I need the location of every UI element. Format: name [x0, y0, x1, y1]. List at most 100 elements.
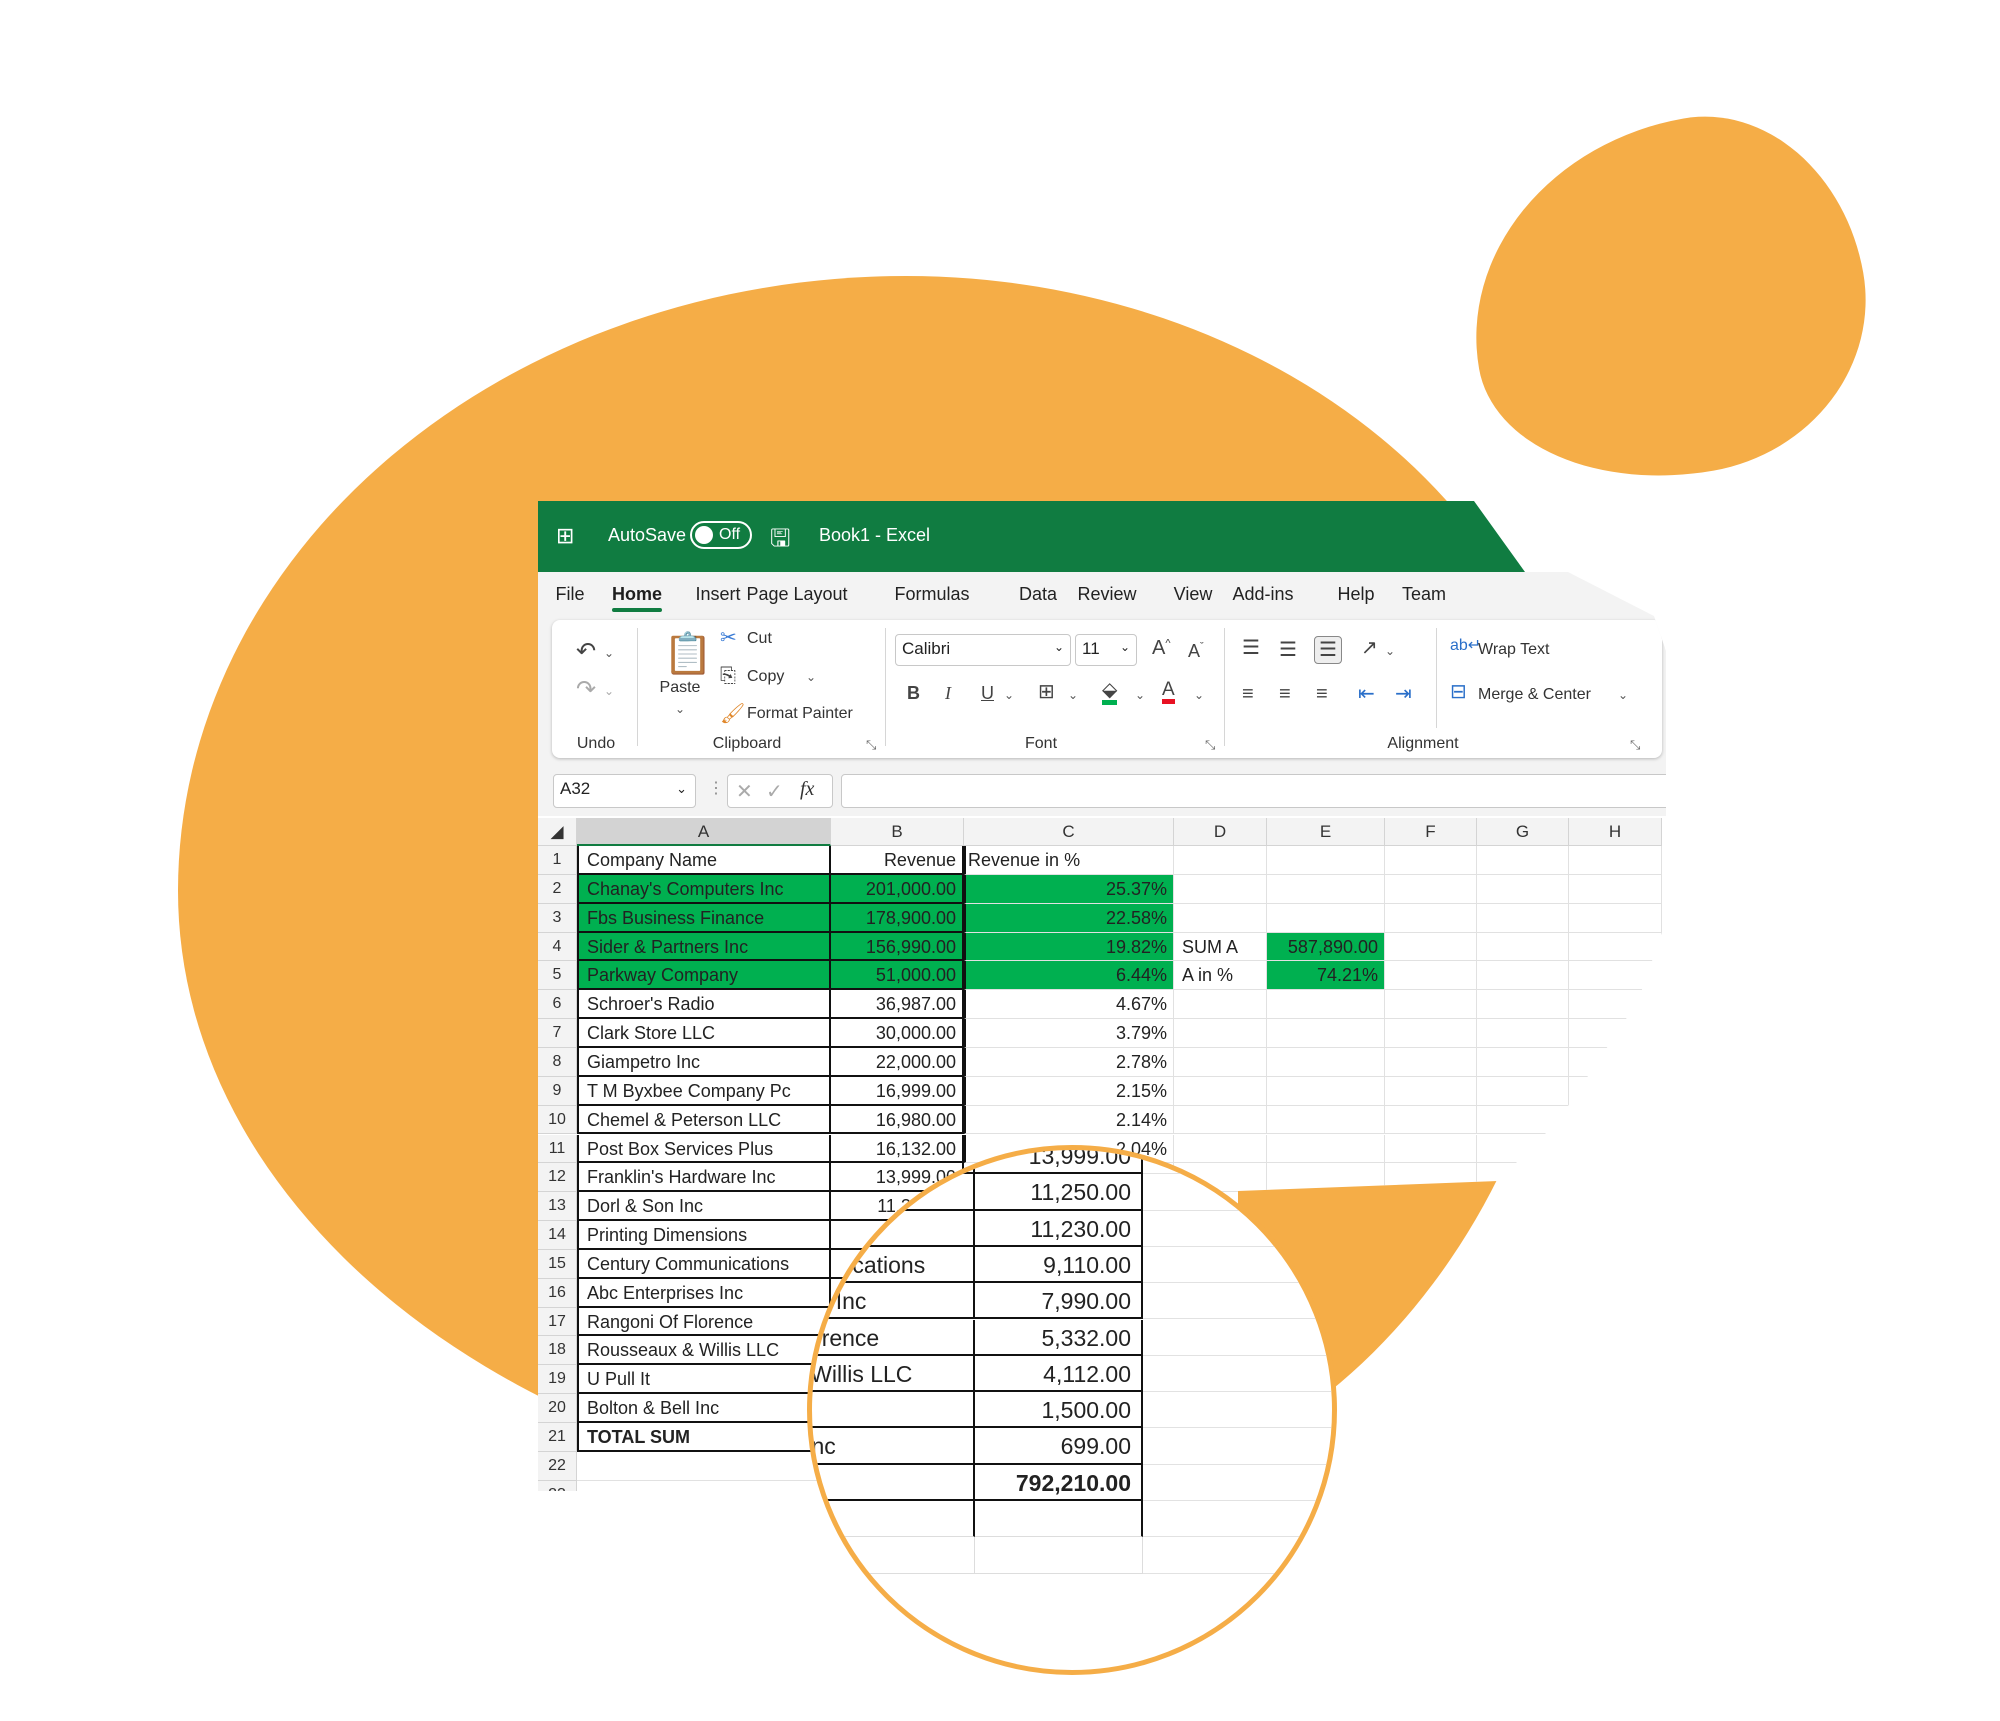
cell-b3[interactable]: 178,900.00 — [831, 903, 964, 933]
cell-g10[interactable] — [1477, 1105, 1569, 1135]
row-header[interactable]: 17 — [538, 1307, 577, 1337]
row-header[interactable]: 21 — [538, 1423, 577, 1452]
cell-e4[interactable]: 587,890.00 — [1267, 932, 1385, 962]
cell-h5[interactable] — [1569, 961, 1662, 991]
align-middle-icon[interactable]: ☰ — [1279, 640, 1297, 660]
underline-button[interactable]: U — [981, 684, 994, 702]
align-left-icon[interactable]: ≡ — [1242, 684, 1254, 704]
align-right-icon[interactable]: ≡ — [1316, 684, 1328, 704]
row-header[interactable]: 19 — [538, 1365, 577, 1395]
cell-g3[interactable] — [1477, 903, 1569, 933]
cell-a5[interactable]: Parkway Company — [577, 961, 831, 991]
tab-help[interactable]: Help — [1337, 584, 1374, 605]
redo-icon[interactable]: ↷ — [576, 678, 596, 702]
column-header-g[interactable]: G — [1477, 818, 1569, 846]
cell-b7[interactable]: 30,000.00 — [831, 1019, 964, 1048]
row-header[interactable]: 15 — [538, 1249, 577, 1279]
cell-g2[interactable] — [1477, 874, 1569, 904]
cell-g15[interactable] — [1477, 1249, 1569, 1279]
select-all-corner[interactable]: ◢ — [538, 818, 577, 846]
chevron-down-icon[interactable]: ⌄ — [1194, 688, 1204, 702]
save-icon[interactable]: 🖫 — [770, 521, 790, 562]
row-header[interactable]: 2 — [538, 874, 577, 904]
cell-a15[interactable]: Century Communications — [577, 1249, 831, 1279]
cell-g1[interactable] — [1477, 846, 1569, 875]
cell-d6[interactable] — [1174, 990, 1267, 1020]
orientation-icon[interactable]: ↗ — [1361, 638, 1378, 658]
cell-g16[interactable] — [1477, 1278, 1569, 1308]
decrease-font-size-icon[interactable]: Aˇ — [1188, 642, 1204, 661]
row-header[interactable]: 12 — [538, 1163, 577, 1193]
more-icon[interactable]: ⋮ — [708, 778, 724, 798]
cell-d9[interactable] — [1174, 1076, 1267, 1106]
row-header[interactable]: 5 — [538, 961, 577, 991]
cell-a2[interactable]: Chanay's Computers Inc — [577, 874, 831, 904]
scissors-icon[interactable]: ✂ — [720, 628, 737, 648]
dialog-launcher-icon[interactable]: ⤡ — [1630, 737, 1640, 753]
column-header-f[interactable]: F — [1385, 818, 1477, 846]
row-header[interactable]: 8 — [538, 1047, 577, 1077]
cell-c10[interactable]: 2.14% — [964, 1105, 1174, 1135]
copy-button[interactable]: Copy — [747, 668, 784, 686]
row-header[interactable]: 14 — [538, 1221, 577, 1250]
column-header-b[interactable]: B — [831, 818, 964, 846]
cell-g7[interactable] — [1477, 1019, 1569, 1048]
column-header-e[interactable]: E — [1267, 818, 1385, 846]
cell-g8[interactable] — [1477, 1047, 1569, 1077]
cell-h4[interactable] — [1569, 932, 1662, 962]
cell-c7[interactable]: 3.79% — [964, 1019, 1174, 1048]
cell-c9[interactable]: 2.15% — [964, 1076, 1174, 1106]
cell-g4[interactable] — [1477, 932, 1569, 962]
column-header-a[interactable]: A — [577, 818, 831, 846]
cell-h2[interactable] — [1569, 874, 1662, 904]
row-header[interactable]: 18 — [538, 1336, 577, 1366]
row-header[interactable]: 23 — [538, 1480, 577, 1491]
cell-g23[interactable] — [1477, 1480, 1569, 1491]
cell-a6[interactable]: Schroer's Radio — [577, 990, 831, 1020]
align-top-icon[interactable]: ☰ — [1242, 638, 1260, 658]
format-painter-icon[interactable]: 🖌 — [720, 704, 745, 724]
tab-insert[interactable]: Insert — [695, 584, 740, 605]
cell-e6[interactable] — [1267, 990, 1385, 1020]
chevron-down-icon[interactable]: ⌄ — [1004, 688, 1014, 702]
tab-home[interactable]: Home — [611, 584, 663, 612]
cell-h23[interactable] — [1569, 1480, 1662, 1491]
increase-indent-icon[interactable]: ⇥ — [1395, 684, 1412, 704]
cell-b8[interactable]: 22,000.00 — [831, 1047, 964, 1077]
bold-button[interactable]: B — [907, 684, 920, 702]
cell-a4[interactable]: Sider & Partners Inc — [577, 932, 831, 962]
cell-g13[interactable] — [1477, 1192, 1569, 1222]
cell-h11[interactable] — [1569, 1134, 1662, 1164]
chevron-down-icon[interactable]: ⌄ — [1618, 688, 1628, 702]
cell-f20[interactable] — [1385, 1394, 1477, 1423]
cell-b4[interactable]: 156,990.00 — [831, 932, 964, 962]
cell-f19[interactable] — [1385, 1365, 1477, 1395]
cell-g21[interactable] — [1477, 1423, 1569, 1452]
cell-c1[interactable]: Revenue in % — [964, 846, 1174, 875]
cell-g18[interactable] — [1477, 1336, 1569, 1366]
cell-h21[interactable] — [1569, 1423, 1662, 1452]
cell-d10[interactable] — [1174, 1105, 1267, 1135]
cell-a19[interactable]: U Pull It — [577, 1365, 831, 1395]
cell-b10[interactable]: 16,980.00 — [831, 1105, 964, 1135]
dialog-launcher-icon[interactable]: ⤡ — [866, 737, 876, 753]
cell-e7[interactable] — [1267, 1019, 1385, 1048]
cell-g6[interactable] — [1477, 990, 1569, 1020]
cell-h16[interactable] — [1569, 1278, 1662, 1308]
cell-h10[interactable] — [1569, 1105, 1662, 1135]
cell-a20[interactable]: Bolton & Bell Inc — [577, 1394, 831, 1423]
cell-a13[interactable]: Dorl & Son Inc — [577, 1192, 831, 1222]
cell-h6[interactable] — [1569, 990, 1662, 1020]
row-header[interactable]: 20 — [538, 1394, 577, 1423]
cell-h13[interactable] — [1569, 1192, 1662, 1222]
chevron-down-icon[interactable]: ⌄ — [806, 670, 816, 684]
cell-d3[interactable] — [1174, 903, 1267, 933]
cell-a10[interactable]: Chemel & Peterson LLC — [577, 1105, 831, 1135]
decrease-indent-icon[interactable]: ⇤ — [1358, 684, 1375, 704]
cell-a16[interactable]: Abc Enterprises Inc — [577, 1278, 831, 1308]
cell-a17[interactable]: Rangoni Of Florence — [577, 1307, 831, 1337]
chevron-down-icon[interactable]: ⌄ — [1068, 688, 1078, 702]
increase-font-size-icon[interactable]: A^ — [1152, 638, 1171, 658]
cell-f8[interactable] — [1385, 1047, 1477, 1077]
cancel-icon[interactable]: ✕ — [736, 779, 753, 804]
